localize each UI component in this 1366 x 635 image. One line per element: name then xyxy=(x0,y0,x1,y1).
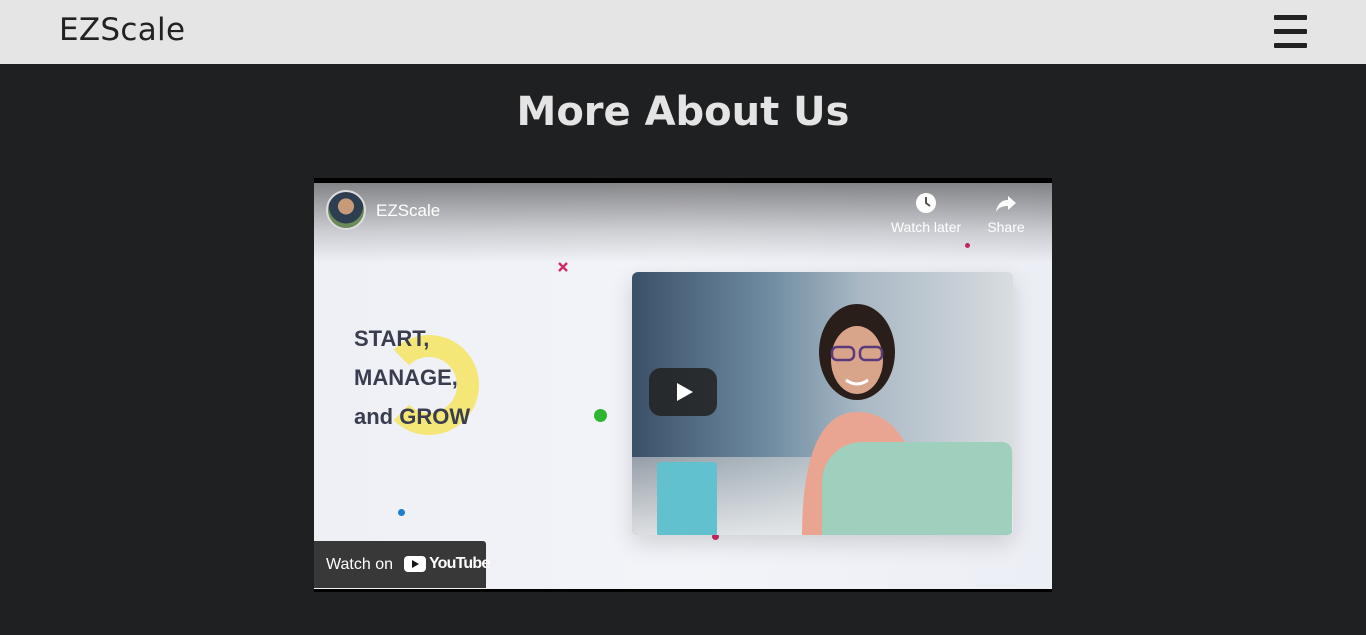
decorative-cross-icon xyxy=(558,262,568,272)
hamburger-menu-icon[interactable] xyxy=(1274,15,1307,48)
share-button[interactable]: Share xyxy=(982,191,1030,235)
play-button[interactable] xyxy=(649,368,717,416)
watch-on-label: Watch on xyxy=(326,556,393,573)
youtube-video-embed[interactable]: START, MANAGE, and GROW EZScale Watch la… xyxy=(314,178,1052,592)
video-thumbnail[interactable]: START, MANAGE, and GROW EZScale Watch la… xyxy=(314,183,1052,589)
decorative-dot xyxy=(398,509,405,516)
youtube-wordmark: YouTube xyxy=(429,555,490,572)
clock-icon xyxy=(916,193,936,213)
channel-avatar[interactable] xyxy=(326,190,366,230)
hamburger-line xyxy=(1274,15,1307,20)
thumbnail-slogan: START, MANAGE, and GROW xyxy=(354,319,470,436)
watch-later-label: Watch later xyxy=(890,219,962,235)
hamburger-line xyxy=(1274,29,1307,34)
decorative-dot xyxy=(594,409,607,422)
section-title: More About Us xyxy=(516,89,850,135)
hamburger-line xyxy=(1274,43,1307,48)
watch-on-youtube-button[interactable]: Watch on YouTube xyxy=(314,541,490,588)
share-arrow-icon xyxy=(996,196,1016,212)
youtube-logo-icon xyxy=(404,556,426,572)
photo-cloth xyxy=(822,442,1012,535)
slogan-line: START, xyxy=(354,326,430,351)
channel-name-link[interactable]: EZScale xyxy=(376,201,440,221)
watch-later-button[interactable]: Watch later xyxy=(888,191,964,235)
share-label: Share xyxy=(987,219,1025,235)
slogan-line: and GROW xyxy=(354,404,471,429)
top-navbar: EZScale xyxy=(0,0,1366,64)
brand-logo-link[interactable]: EZScale xyxy=(59,12,185,48)
photo-cup xyxy=(657,462,717,535)
slogan-line: MANAGE, xyxy=(354,365,458,390)
